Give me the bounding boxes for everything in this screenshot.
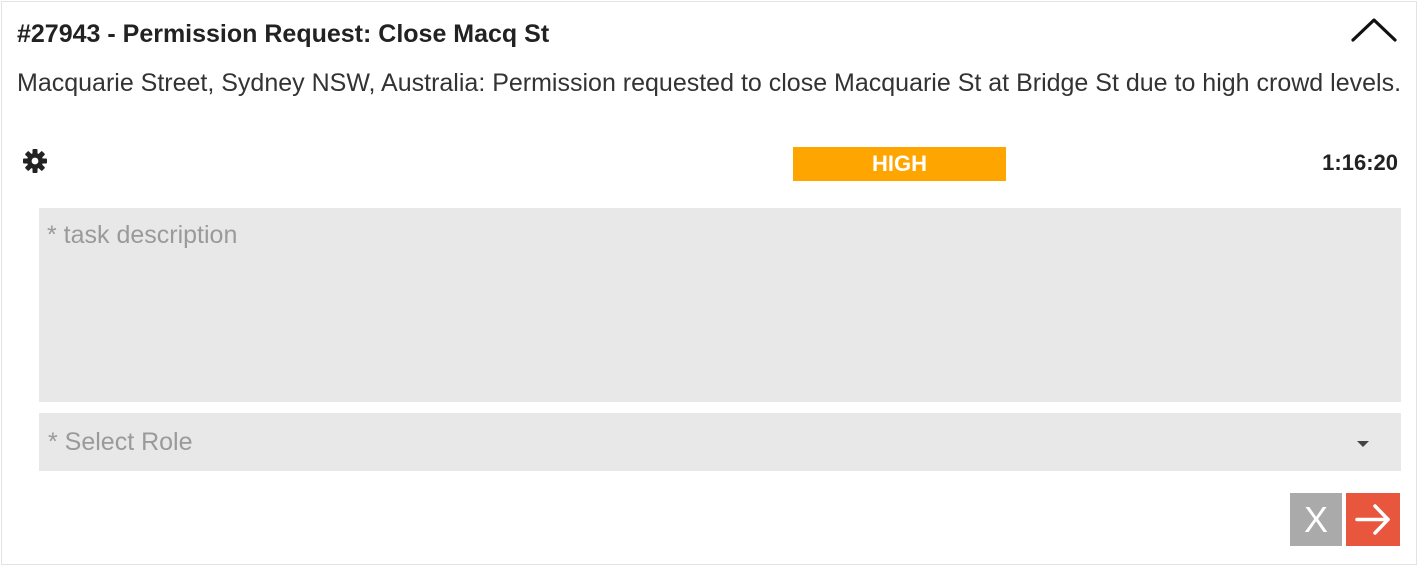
caret-down-icon [1357, 441, 1369, 447]
cancel-button[interactable]: X [1290, 493, 1342, 546]
arrow-right-icon [1355, 504, 1390, 535]
gear-icon [23, 149, 47, 173]
role-select[interactable]: * Select Role [39, 413, 1401, 471]
priority-badge: HIGH [793, 147, 1006, 181]
elapsed-timer: 1:16:20 [1322, 150, 1398, 175]
role-select-placeholder: * Select Role [48, 428, 193, 456]
submit-button[interactable] [1346, 493, 1400, 546]
chevron-up-icon [1351, 18, 1397, 42]
task-title: #27943 - Permission Request: Close Macq … [17, 20, 550, 48]
settings-button[interactable] [22, 148, 48, 174]
collapse-button[interactable] [1350, 14, 1398, 50]
task-description-input[interactable] [39, 208, 1401, 402]
task-card: #27943 - Permission Request: Close Macq … [1, 1, 1417, 565]
task-description-text: Macquarie Street, Sydney NSW, Australia:… [17, 69, 1402, 97]
